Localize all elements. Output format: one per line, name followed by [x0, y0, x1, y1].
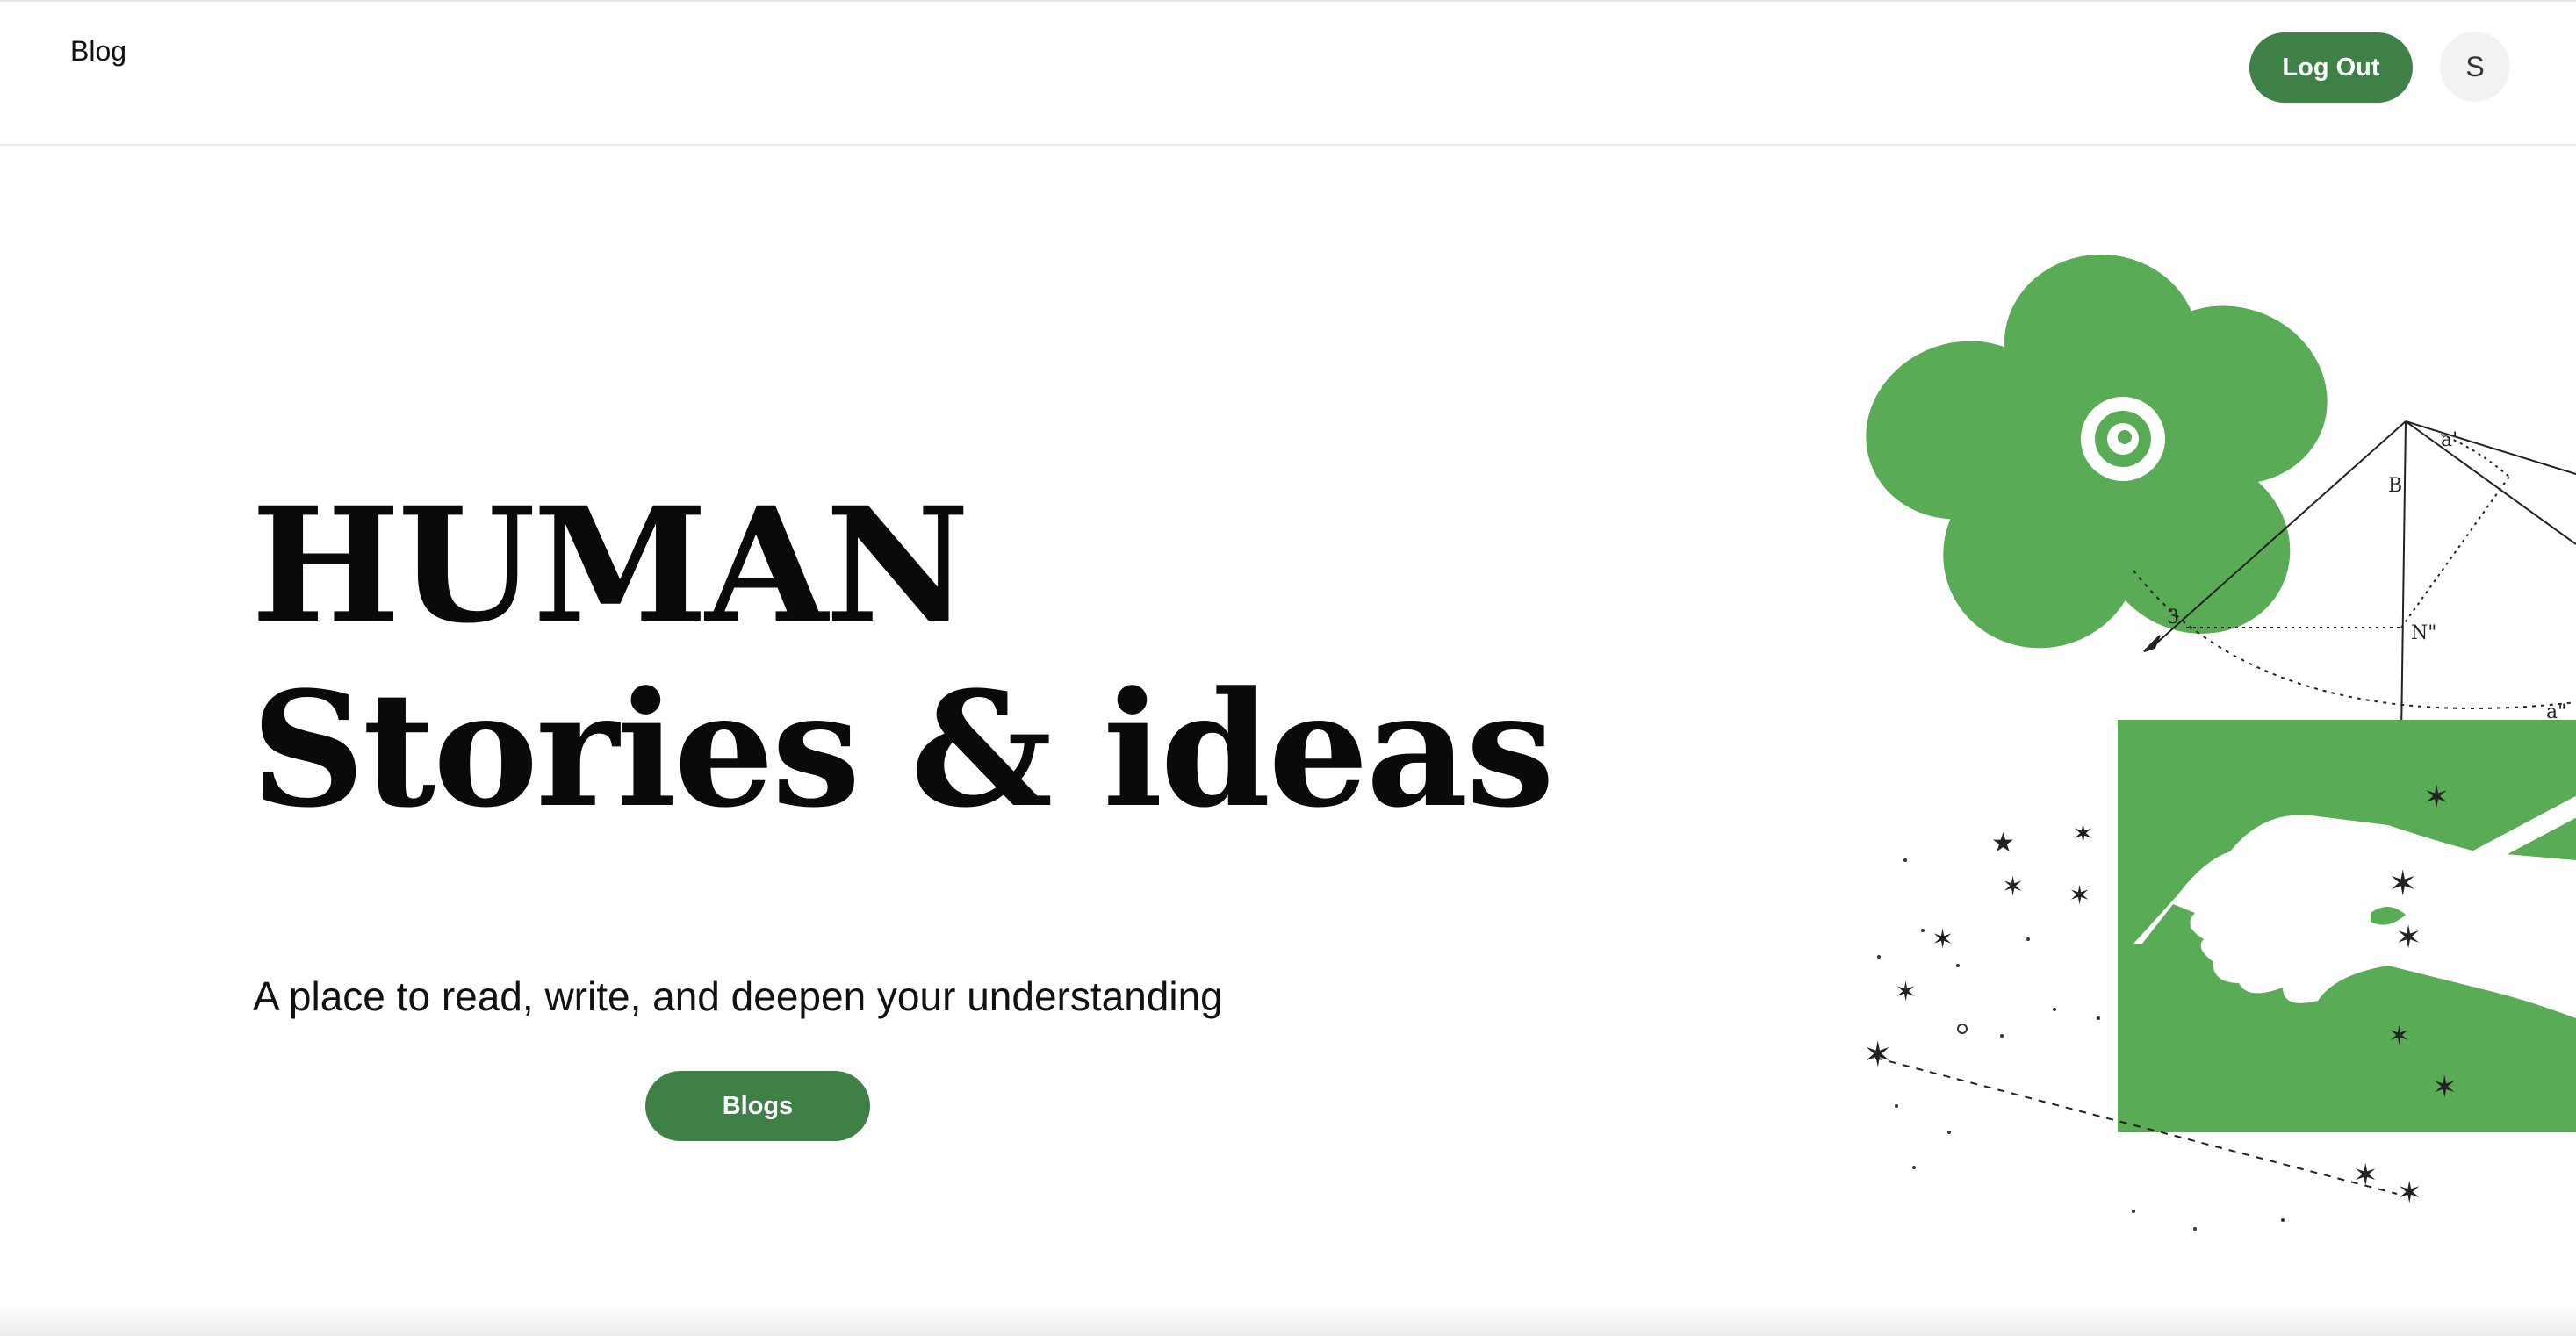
svg-text:B: B: [2388, 475, 2402, 497]
svg-text:✶: ✶: [2388, 1021, 2410, 1052]
flower-illustration: [1866, 255, 2328, 649]
hand-writing-illustration: [2118, 720, 2576, 1132]
logout-button[interactable]: Log Out: [2249, 32, 2413, 103]
svg-text:✶: ✶: [2397, 1175, 2422, 1210]
svg-text:✶: ✶: [1863, 1035, 1893, 1075]
svg-text:✶: ✶: [2432, 1070, 2457, 1105]
svg-text:✶: ✶: [1932, 924, 1954, 955]
svg-text:✶: ✶: [2388, 864, 2418, 904]
svg-text:3: 3: [2167, 607, 2179, 628]
svg-text:a': a': [2441, 429, 2457, 451]
svg-text:✶: ✶: [2395, 920, 2421, 956]
hero-subtitle: A place to read, write, and deepen your …: [253, 973, 1223, 1019]
hero-title: HUMAN Stories & ideas: [251, 473, 1555, 843]
svg-text:✶: ✶: [2002, 872, 2024, 902]
svg-text:✶: ✶: [2069, 880, 2090, 911]
avatar[interactable]: S: [2440, 32, 2510, 102]
svg-text:✶: ✶: [2072, 819, 2094, 850]
hero-title-line2: Stories & ideas: [251, 657, 1555, 843]
bottom-shade: [0, 1304, 2576, 1336]
svg-text:✶: ✶: [2353, 1158, 2378, 1193]
blogs-button[interactable]: Blogs: [645, 1071, 870, 1141]
brand-link[interactable]: Blog: [70, 35, 126, 68]
svg-text:✶: ✶: [2423, 779, 2450, 815]
svg-text:✶: ✶: [1895, 977, 1917, 1008]
hero-title-line1: HUMAN: [251, 473, 969, 658]
navbar: Blog Log Out S: [0, 2, 2576, 146]
svg-text:★: ★: [1991, 828, 2015, 858]
svg-text:N": N": [2411, 622, 2436, 644]
hero-illustration: B N" E 3 a" a' ★ ✶ ✶ ✶ ✶ ✶ ✶ ✶ ✶ ✶ ✶ ✶: [1863, 255, 2576, 1231]
